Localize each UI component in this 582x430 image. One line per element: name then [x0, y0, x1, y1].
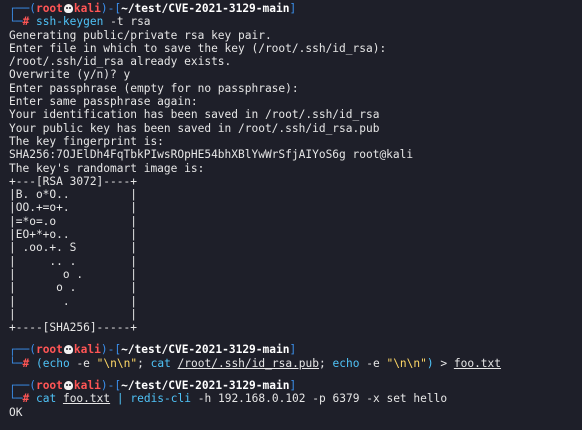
fingerprint-line: SHA256:7OJElDh4FqTbkPIwsROpHE54bhXBlYwWr… [9, 148, 414, 162]
prompt-line-1: ┌──(root kali)-[~/test/CVE-2021-3129-main… [9, 2, 297, 15]
prompt-line-3: ┌──(root kali)-[~/test/CVE-2021-3129-main… [9, 379, 297, 393]
skull-icon [63, 381, 73, 391]
output-line: Generating public/private rsa key pair. [9, 28, 272, 42]
randomart-line: | .oo.+. S | [9, 241, 137, 255]
terminal-window[interactable]: ┌──(root kali)-[~/test/CVE-2021-3129-main… [0, 0, 582, 430]
randomart-line: +----[SHA256]-----+ [9, 321, 137, 335]
randomart-line: | o . | [9, 267, 137, 281]
prompt-line-2: ┌──(root kali)-[~/test/CVE-2021-3129-main… [9, 343, 297, 357]
randomart-line: |=*o=.o | [9, 214, 137, 228]
prompt-user: root [35, 2, 63, 15]
output-line: Your public key has been saved in /root/… [9, 121, 380, 135]
output-line: Enter file in which to save the key (/ro… [9, 41, 387, 55]
command-line-3: └─# cat foo.txt | redis-cli -h 192.168.0… [9, 392, 448, 406]
randomart-line: +---[RSA 3072]----+ [9, 174, 137, 188]
output-line: /root/.ssh/id_rsa already exists. [9, 55, 232, 69]
pubkey-path: /root/.ssh/id_rsa.pub [177, 356, 320, 370]
output-line: The key fingerprint is: [9, 134, 164, 148]
randomart-line: |OO.+=o+. | [9, 201, 137, 215]
randomart-line: | . | [9, 294, 137, 308]
output-line: Enter same passphrase again: [9, 95, 198, 109]
randomart-line: | o . | [9, 281, 137, 295]
skull-icon [63, 345, 73, 355]
output-line: The key's randomart image is: [9, 161, 205, 175]
randomart-line: |B. o*O.. | [9, 188, 137, 202]
command-name: ssh-keygen [35, 15, 104, 29]
command-line-1: └─# ssh-keygen -t rsa [9, 15, 151, 29]
prompt-path: ~/test/CVE-2021-3129-main [121, 2, 290, 15]
output-file: foo.txt [453, 356, 502, 370]
randomart-line: |EO+*+o.. | [9, 228, 137, 242]
randomart-line: | .. . | [9, 254, 137, 268]
output-line: Your identification has been saved in /r… [9, 108, 380, 122]
command-line-2: └─# (echo -e "\n\n"; cat /root/.ssh/id_r… [9, 356, 502, 370]
prompt-host: kali [73, 2, 101, 15]
output-line: Overwrite (y/n)? y [9, 68, 131, 82]
randomart-line: | | [9, 307, 137, 321]
output-line: Enter passphrase (empty for no passphras… [9, 81, 299, 95]
skull-icon [63, 4, 73, 13]
redis-output: OK [9, 405, 23, 419]
